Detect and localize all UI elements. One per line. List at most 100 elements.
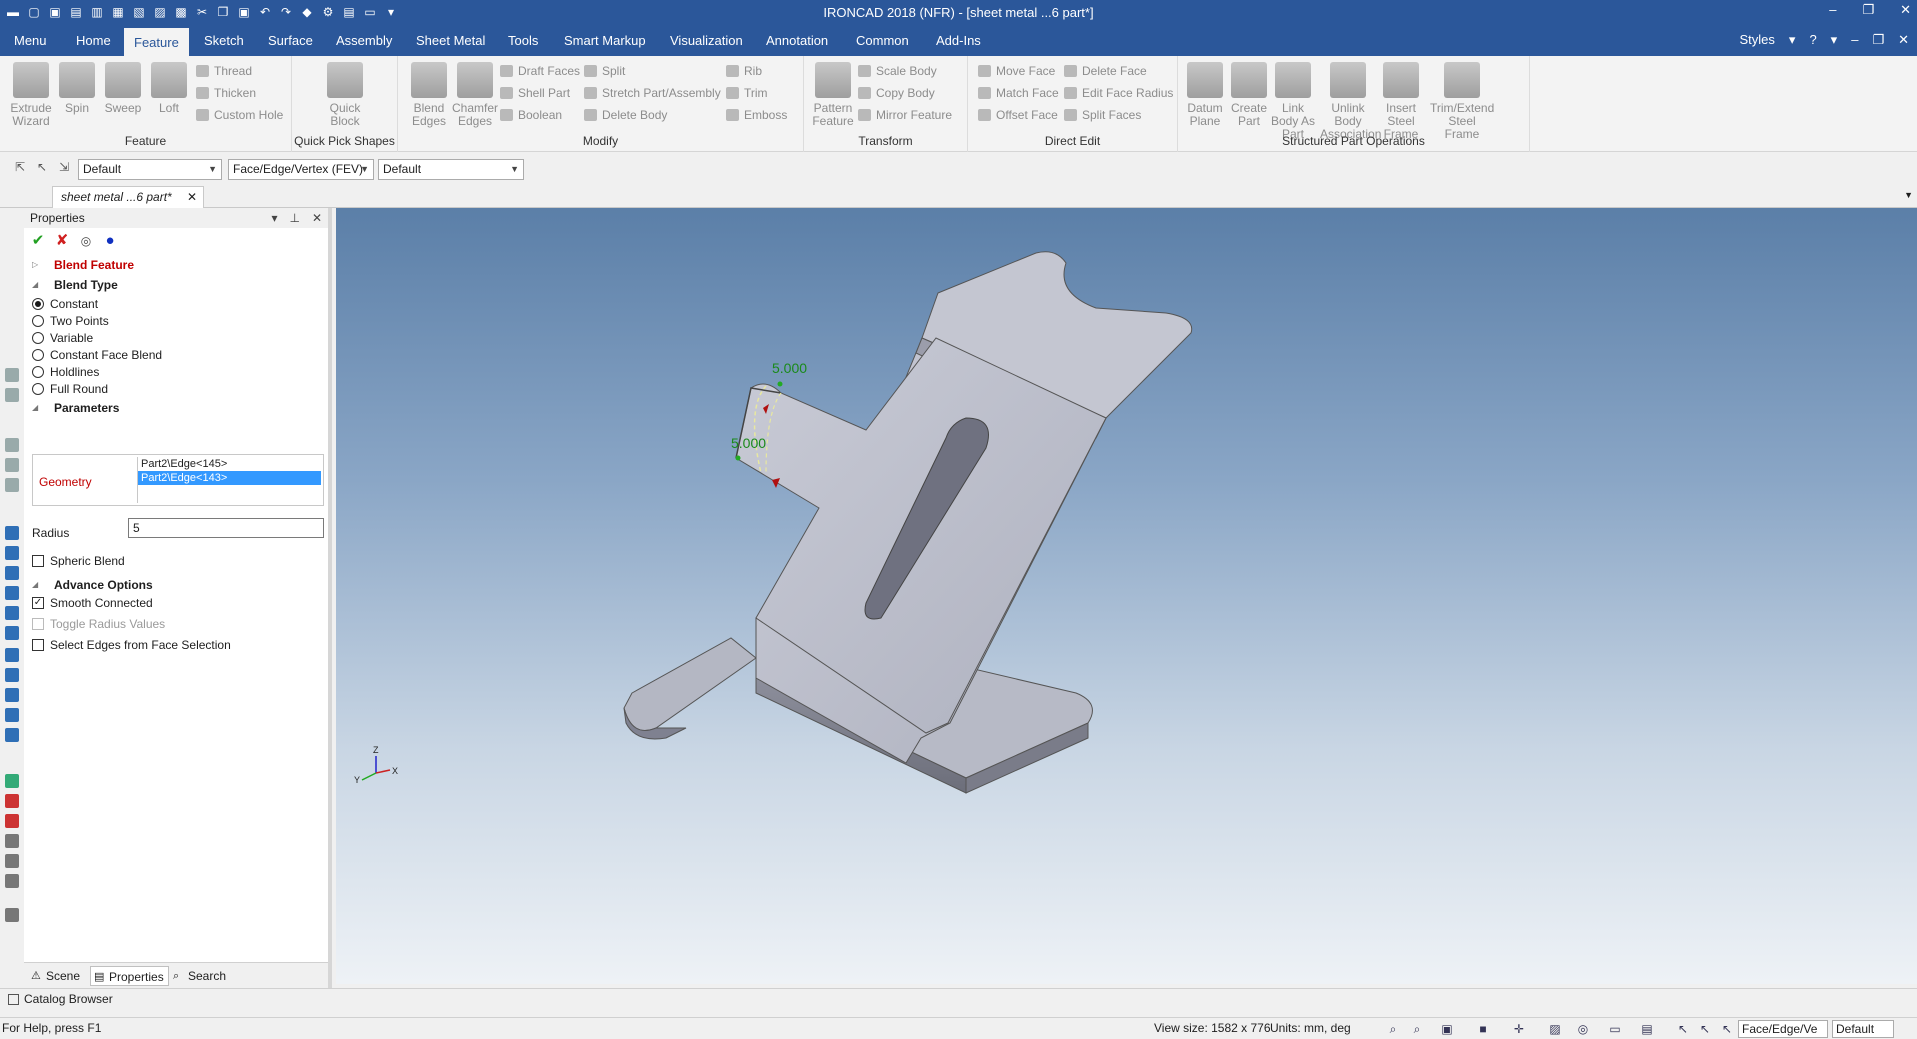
box-shape-icon[interactable] — [5, 586, 19, 600]
shell-part-button[interactable]: Shell Part — [500, 84, 570, 102]
3d-viewport[interactable]: 5.000 5.000 Z Y X — [336, 208, 1917, 984]
help-circle-icon[interactable]: ● — [102, 233, 118, 249]
orientation-icon[interactable]: ✛ — [1512, 1022, 1526, 1036]
boolean-button[interactable]: Boolean — [500, 106, 562, 124]
tab-sheet-metal[interactable]: Sheet Metal — [406, 28, 495, 56]
rotate-icon[interactable] — [5, 854, 19, 868]
parameters-header[interactable]: Parameters — [54, 401, 119, 415]
thicken-button[interactable]: Thicken — [196, 84, 256, 102]
smooth-connected-option[interactable]: ✓ Smooth Connected — [32, 594, 153, 612]
minimize-button[interactable]: – — [1829, 2, 1836, 18]
status-filter-dropdown[interactable]: Face/Edge/Ve — [1738, 1020, 1828, 1038]
extrude-wizard-button[interactable]: Extrude Wizard — [8, 62, 54, 128]
expand-arrow-icon[interactable]: ◢ — [32, 280, 38, 289]
radio-button[interactable] — [32, 349, 44, 361]
checkbox[interactable] — [32, 639, 44, 651]
checkbox-checked[interactable]: ✓ — [32, 597, 44, 609]
split-button[interactable]: Split — [584, 62, 625, 80]
styles-menu[interactable]: Styles — [1740, 32, 1775, 48]
mirror-feature-button[interactable]: Mirror Feature — [858, 106, 952, 124]
tool-icon[interactable] — [5, 478, 19, 492]
expand-arrow-icon[interactable]: ◢ — [32, 403, 38, 412]
select-arrow-icon[interactable]: ⇱ — [12, 160, 28, 176]
orbit-icon[interactable] — [5, 874, 19, 888]
draft-faces-button[interactable]: Draft Faces — [500, 62, 580, 80]
help-dropdown-icon[interactable]: ▾ — [1831, 32, 1838, 48]
quick-block-button[interactable]: Quick Block — [322, 62, 368, 128]
tab-home[interactable]: Home — [66, 28, 121, 56]
create-part-button[interactable]: Create Part — [1226, 62, 1272, 128]
pointer-active-icon[interactable]: ↖ — [1698, 1022, 1712, 1036]
second-style-dropdown[interactable]: Default ▼ — [378, 159, 524, 180]
tab-list-dropdown-icon[interactable]: ▼ — [1904, 190, 1913, 200]
copy-body-button[interactable]: Copy Body — [858, 84, 935, 102]
doc-minimize-button[interactable]: – — [1851, 32, 1858, 48]
tab-menu[interactable]: Menu — [4, 28, 57, 56]
glasses-icon[interactable]: ◎ — [1576, 1022, 1590, 1036]
tab-visualization[interactable]: Visualization — [660, 28, 753, 56]
blend-type-header[interactable]: Blend Type — [54, 278, 118, 292]
custom-hole-button[interactable]: Custom Hole — [196, 106, 283, 124]
dimension-label-left[interactable]: 5.000 — [731, 435, 766, 451]
cylinder-shape-icon[interactable] — [5, 728, 19, 742]
pattern-feature-button[interactable]: Pattern Feature — [810, 62, 856, 128]
blend-type-constant-face[interactable]: Constant Face Blend — [32, 346, 162, 364]
accept-icon[interactable]: ✔ — [30, 233, 46, 249]
tab-common[interactable]: Common — [846, 28, 919, 56]
radio-button[interactable] — [32, 383, 44, 395]
box-shape-icon[interactable] — [5, 626, 19, 640]
tab-smart-markup[interactable]: Smart Markup — [554, 28, 656, 56]
tool-icon[interactable] — [5, 438, 19, 452]
link-body-button[interactable]: Link Body As Part — [1270, 62, 1316, 141]
delete-body-button[interactable]: Delete Body — [584, 106, 667, 124]
pointer-icon[interactable]: ↖ — [34, 160, 50, 176]
edit-face-radius-button[interactable]: Edit Face Radius — [1064, 84, 1173, 102]
tab-tools[interactable]: Tools — [498, 28, 548, 56]
panel-dropdown-icon[interactable]: ▾ — [271, 208, 277, 228]
chamfer-edges-button[interactable]: Chamfer Edges — [452, 62, 498, 128]
unlink-body-button[interactable]: Unlink Body Association — [1320, 62, 1381, 141]
select-tool-icon[interactable]: ↖ — [1676, 1022, 1690, 1036]
blend-edges-button[interactable]: Blend Edges — [406, 62, 452, 128]
feature-name-header[interactable]: Blend Feature — [54, 258, 134, 272]
edge-handle[interactable] — [777, 381, 783, 387]
render-mode-icon[interactable]: ■ — [1476, 1022, 1490, 1036]
cylinder-shape-icon[interactable] — [5, 688, 19, 702]
split-faces-button[interactable]: Split Faces — [1064, 106, 1141, 124]
dimension-label-top[interactable]: 5.000 — [772, 360, 807, 376]
spin-button[interactable]: Spin — [54, 62, 100, 115]
box-shape-icon[interactable] — [5, 546, 19, 560]
close-tab-icon[interactable]: ✕ — [187, 187, 197, 207]
tab-annotation[interactable]: Annotation — [756, 28, 838, 56]
stretch-button[interactable]: Stretch Part/Assembly — [584, 84, 721, 102]
help-icon[interactable]: ? — [1809, 32, 1816, 48]
doc-close-button[interactable]: ✕ — [1898, 32, 1909, 48]
delete-face-button[interactable]: Delete Face — [1064, 62, 1147, 80]
match-face-button[interactable]: Match Face — [978, 84, 1059, 102]
blend-type-two-points[interactable]: Two Points — [32, 312, 109, 330]
cylinder-shape-icon[interactable] — [5, 708, 19, 722]
rib-button[interactable]: Rib — [726, 62, 762, 80]
line-tool-icon[interactable] — [5, 774, 19, 788]
trim-button[interactable]: Trim — [726, 84, 768, 102]
zoom-window-icon[interactable]: ⌕ — [1410, 1022, 1424, 1036]
datum-plane-button[interactable]: Datum Plane — [1182, 62, 1228, 128]
selection-filter-dropdown[interactable]: Face/Edge/Vertex (FEV) ▼ — [228, 159, 374, 180]
blend-type-constant[interactable]: Constant — [32, 295, 98, 313]
measure-icon[interactable] — [5, 834, 19, 848]
status-style-dropdown[interactable]: Default — [1832, 1020, 1894, 1038]
camera-icon[interactable] — [5, 794, 19, 808]
radio-button[interactable] — [32, 298, 44, 310]
radio-button[interactable] — [32, 315, 44, 327]
blend-type-full-round[interactable]: Full Round — [32, 380, 108, 398]
doc-restore-button[interactable]: ❐ — [1872, 32, 1884, 48]
tool-icon[interactable] — [5, 458, 19, 472]
tab-add-ins[interactable]: Add-Ins — [926, 28, 991, 56]
radio-button[interactable] — [32, 366, 44, 378]
sweep-button[interactable]: Sweep — [100, 62, 146, 115]
cylinder-shape-icon[interactable] — [5, 668, 19, 682]
tab-properties[interactable]: ▤ Properties — [90, 966, 169, 986]
preview-icon[interactable]: ◎ — [78, 233, 94, 249]
zoom-icon[interactable]: ⌕ — [1386, 1022, 1400, 1036]
layers-icon[interactable]: ▤ — [1640, 1022, 1654, 1036]
